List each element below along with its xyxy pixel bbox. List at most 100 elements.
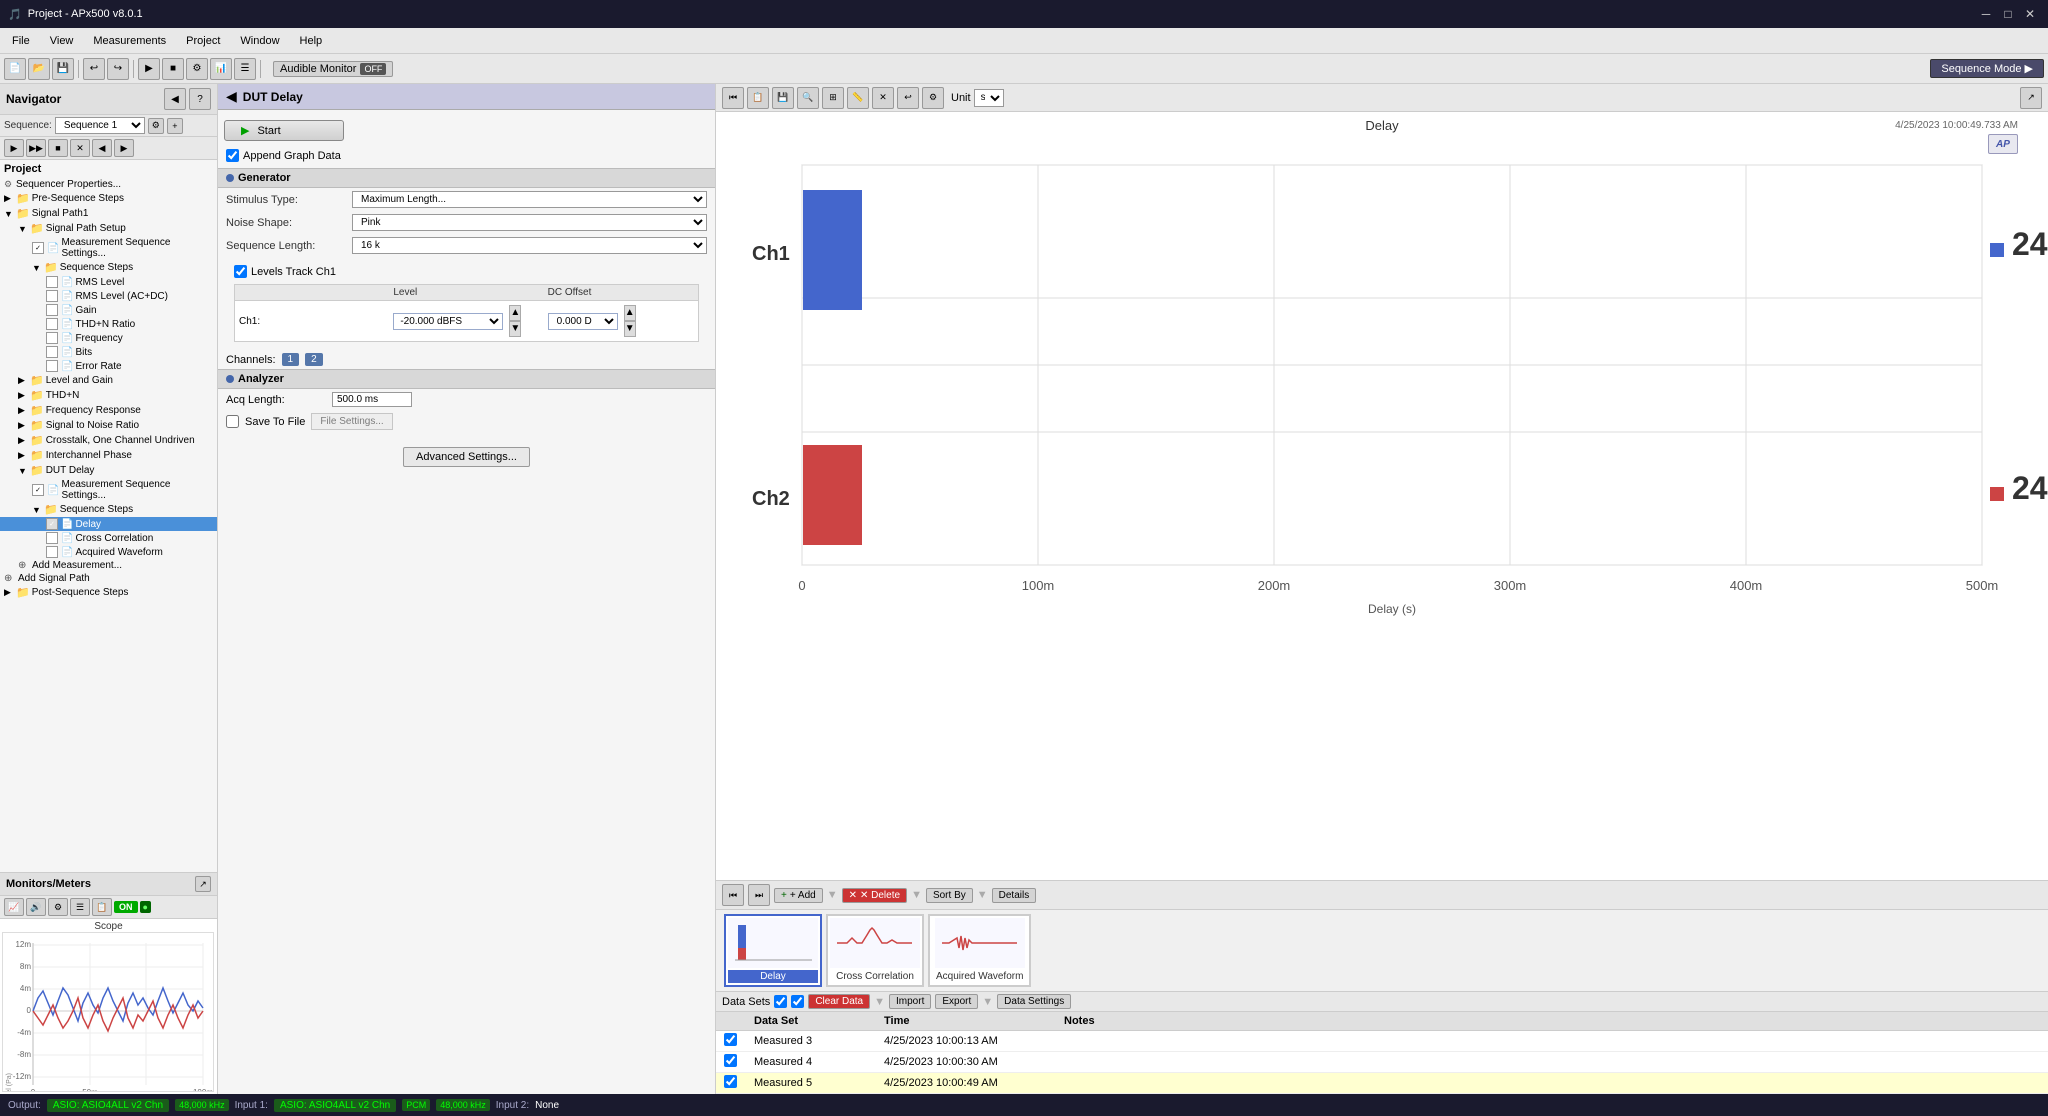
minimize-btn[interactable]: ─ [1976,4,1996,24]
ch1-level-select[interactable]: -20.000 dBFS [393,313,503,330]
append-graph-checkbox[interactable] [226,149,239,162]
maximize-btn[interactable]: □ [1998,4,2018,24]
chart-tb-7[interactable]: ✕ [872,87,894,109]
close-btn[interactable]: ✕ [2020,4,2040,24]
row4-check[interactable] [724,1054,737,1067]
start-button[interactable]: ▶ Start [224,120,344,141]
stimulus-type-select[interactable]: Maximum Length... [352,191,707,208]
tree-item-dut-delay[interactable]: ▼ 📁 DUT Delay [0,463,217,478]
data-row-measured4[interactable]: Measured 4 4/25/2023 10:00:30 AM [716,1052,2048,1073]
tree-item-cross-corr[interactable]: 📄 Cross Correlation [0,531,217,545]
sequence-length-select[interactable]: 16 k [352,237,707,254]
append-graph-check[interactable]: Append Graph Data [218,147,715,164]
mon-btn3[interactable]: ⚙ [48,898,68,916]
monitors-expand[interactable]: ↗ [195,876,211,892]
tree-item-thdn-ratio[interactable]: 📄 THD+N Ratio [0,317,217,331]
chart-tb-3[interactable]: 💾 [772,87,794,109]
sequence-dropdown[interactable]: Sequence 1 [55,117,145,134]
levels-track-checkbox[interactable] [234,265,247,278]
chart-tb-2[interactable]: 📋 [747,87,769,109]
tree-item-thdn[interactable]: ▶ 📁 THD+N [0,388,217,403]
details-btn[interactable]: Details [992,888,1037,903]
tab-nav-fwd[interactable]: ⏭ [748,884,770,906]
ch2-badge[interactable]: 2 [305,353,323,366]
menu-help[interactable]: Help [292,33,331,49]
data-row-measured5[interactable]: Measured 5 4/25/2023 10:00:49 AM [716,1073,2048,1094]
chart-tb-4[interactable]: 🔍 [797,87,819,109]
row3-check[interactable] [724,1033,737,1046]
data-sets-check1[interactable] [774,995,787,1008]
level-stepper[interactable]: ▲ ▼ [505,303,539,339]
menu-measurements[interactable]: Measurements [85,33,174,49]
nav-help[interactable]: ? [189,88,211,110]
tree-item-dut-seq-steps[interactable]: ▼ 📁 Sequence Steps [0,502,217,517]
tab-nav-back[interactable]: ⏮ [722,884,744,906]
tree-item-interchannel[interactable]: ▶ 📁 Interchannel Phase [0,448,217,463]
tb-list[interactable]: ☰ [234,58,256,80]
tb-open[interactable]: 📂 [28,58,50,80]
sequence-mode-btn[interactable]: Sequence Mode ▶ [1930,59,2044,78]
nav-stop[interactable]: ■ [48,139,68,157]
chart-tb-5[interactable]: ⊞ [822,87,844,109]
export-btn[interactable]: Export [935,994,978,1009]
mon-btn2[interactable]: 🔊 [26,898,46,916]
tree-item-bits[interactable]: 📄 Bits [0,345,217,359]
data-sets-check2[interactable] [791,995,804,1008]
data-row-measured3[interactable]: Measured 3 4/25/2023 10:00:13 AM [716,1031,2048,1052]
tree-item-dut-meas-settings[interactable]: ✓ 📄 Measurement Sequence Settings... [0,478,217,502]
advanced-settings-btn[interactable]: Advanced Settings... [403,447,530,467]
menu-view[interactable]: View [42,33,82,49]
tree-item-acquired-waveform[interactable]: 📄 Acquired Waveform [0,545,217,559]
tree-item-rms-level-ac-dc[interactable]: 📄 RMS Level (AC+DC) [0,289,217,303]
thumbnail-acquired[interactable]: Acquired Waveform [928,914,1031,987]
tb-settings[interactable]: ⚙ [186,58,208,80]
menu-file[interactable]: File [4,33,38,49]
nav-run-all[interactable]: ▶▶ [26,139,46,157]
data-settings-btn[interactable]: Data Settings [997,994,1071,1009]
sort-by-btn[interactable]: Sort By [926,888,973,903]
levels-track-check[interactable]: Levels Track Ch1 [226,263,707,280]
tree-item-rms-level[interactable]: 📄 RMS Level [0,275,217,289]
ch1-dc-offset-select[interactable]: 0.000 D [548,313,618,330]
tb-redo[interactable]: ↪ [107,58,129,80]
tree-item-sequence-steps[interactable]: ▼ 📁 Sequence Steps [0,260,217,275]
chart-tb-1[interactable]: ⏮ [722,87,744,109]
dc-down-btn[interactable]: ▼ [624,321,636,337]
tree-item-sequencer[interactable]: ⚙ Sequencer Properties... [0,178,217,191]
mon-btn1[interactable]: 📈 [4,898,24,916]
acq-length-input[interactable] [332,392,412,407]
import-btn[interactable]: Import [889,994,931,1009]
nav-prev[interactable]: ◀ [92,139,112,157]
tb-undo[interactable]: ↩ [83,58,105,80]
tree-item-add-signal-path[interactable]: ⊕ Add Signal Path [0,572,217,585]
panel-nav-back[interactable]: ◀ [226,88,237,105]
thumbnail-delay[interactable]: Delay [724,914,822,987]
tb-run[interactable]: ▶ [138,58,160,80]
tree-item-level-gain[interactable]: ▶ 📁 Level and Gain [0,373,217,388]
mon-btn4[interactable]: ☰ [70,898,90,916]
save-to-file-checkbox[interactable] [226,415,239,428]
tree-item-error-rate[interactable]: 📄 Error Rate [0,359,217,373]
chart-expand[interactable]: ↗ [2020,87,2042,109]
menu-project[interactable]: Project [178,33,228,49]
tree-item-gain[interactable]: 📄 Gain [0,303,217,317]
add-tab-btn[interactable]: + + Add [774,888,823,903]
nav-back[interactable]: ◀ [164,88,186,110]
noise-shape-select[interactable]: Pink [352,214,707,231]
thumbnail-cross-corr[interactable]: Cross Correlation [826,914,924,987]
row5-check[interactable] [724,1075,737,1088]
menu-window[interactable]: Window [232,33,287,49]
ch1-badge[interactable]: 1 [282,353,300,366]
chart-tb-6[interactable]: 📏 [847,87,869,109]
tree-item-post-sequence[interactable]: ▶ 📁 Post-Sequence Steps [0,585,217,600]
clear-data-btn[interactable]: Clear Data [808,994,870,1009]
tree-item-frequency[interactable]: 📄 Frequency [0,331,217,345]
tree-item-signal-path-setup[interactable]: ▼ 📁 Signal Path Setup [0,221,217,236]
chart-tb-8[interactable]: ↩ [897,87,919,109]
dc-stepper[interactable]: ▲ ▼ [620,303,694,339]
tb-save[interactable]: 💾 [52,58,74,80]
nav-next[interactable]: ▶ [114,139,134,157]
nav-abort[interactable]: ✕ [70,139,90,157]
tree-item-freq-response[interactable]: ▶ 📁 Frequency Response [0,403,217,418]
seq-settings[interactable]: ⚙ [148,118,164,134]
